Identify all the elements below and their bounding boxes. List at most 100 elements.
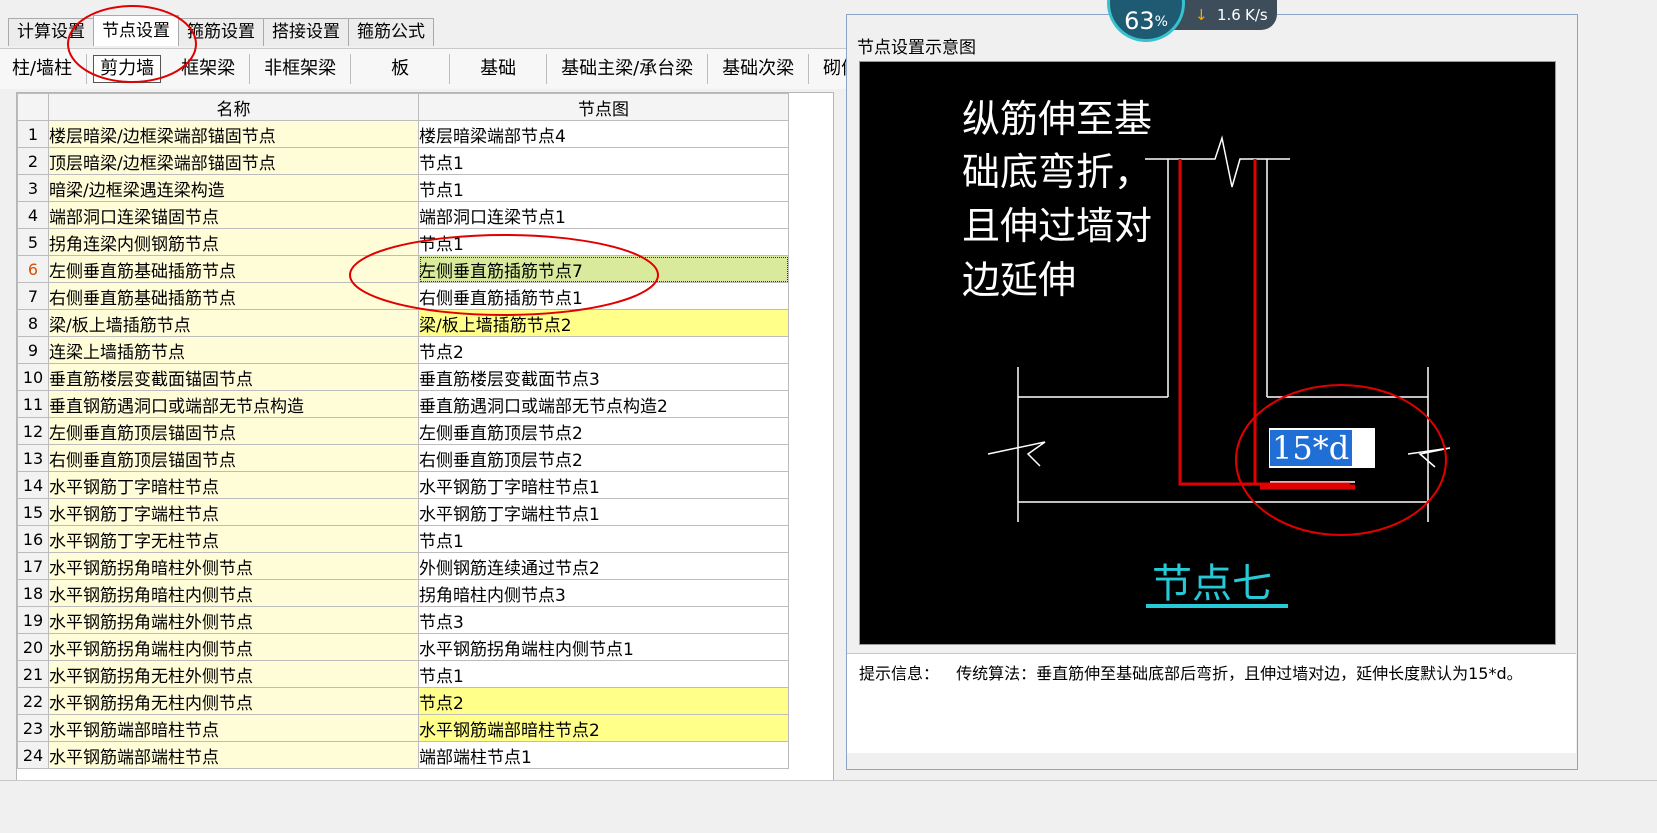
panel-title: 节点设置示意图 xyxy=(857,38,976,58)
table-row[interactable]: 24 水平钢筋端部端柱节点 端部端柱节点1 xyxy=(17,741,789,769)
row-name-cell: 右侧垂直筋顶层锚固节点 xyxy=(48,444,419,472)
percent-value: 63 xyxy=(1124,7,1155,35)
row-node-cell[interactable]: 左侧垂直筋顶层节点2 xyxy=(418,417,789,445)
row-name-cell: 水平钢筋端部端柱节点 xyxy=(48,741,419,769)
table-row[interactable]: 5 拐角连梁内侧钢筋节点 节点1 xyxy=(17,228,789,256)
table-row[interactable]: 4 端部洞口连梁锚固节点 端部洞口连梁节点1 xyxy=(17,201,789,229)
row-node-cell[interactable]: 垂直筋遇洞口或端部无节点构造2 xyxy=(418,390,789,418)
tab-lap-settings[interactable]: 搭接设置 xyxy=(263,18,349,46)
subtab-foundation-main-beam[interactable]: 基础主梁/承台梁 xyxy=(547,54,709,84)
table-row[interactable]: 14 水平钢筋丁字暗柱节点 水平钢筋丁字暗柱节点1 xyxy=(17,471,789,499)
row-node-cell[interactable]: 端部洞口连梁节点1 xyxy=(418,201,789,229)
tab-stirrup-formula[interactable]: 箍筋公式 xyxy=(348,18,434,46)
row-name-cell: 水平钢筋拐角无柱内侧节点 xyxy=(48,687,419,715)
row-node-cell[interactable]: 水平钢筋拐角端柱内侧节点1 xyxy=(418,633,789,661)
table-row[interactable]: 1 楼层暗梁/边框梁端部锚固节点 楼层暗梁端部节点4 xyxy=(17,120,789,148)
hint-label: 提示信息： xyxy=(859,664,940,683)
row-number: 17 xyxy=(17,552,49,580)
table-row[interactable]: 12 左侧垂直筋顶层锚固节点 左侧垂直筋顶层节点2 xyxy=(17,417,789,445)
table-row[interactable]: 16 水平钢筋丁字无柱节点 节点1 xyxy=(17,525,789,553)
dim-label[interactable]: 15*d xyxy=(1272,429,1349,467)
row-number: 19 xyxy=(17,606,49,634)
main-tab-bar: 计算设置 节点设置 箍筋设置 搭接设置 箍筋公式 xyxy=(8,15,434,46)
table-header-row: 名称 节点图 xyxy=(17,93,789,121)
row-node-cell[interactable]: 节点3 xyxy=(418,606,789,634)
row-number: 9 xyxy=(17,336,49,364)
row-name-cell: 水平钢筋拐角暗柱外侧节点 xyxy=(48,552,419,580)
row-number: 22 xyxy=(17,687,49,715)
table-row[interactable]: 21 水平钢筋拐角无柱外侧节点 节点1 xyxy=(17,660,789,688)
row-node-cell[interactable]: 节点1 xyxy=(418,147,789,175)
table-row[interactable]: 9 连梁上墙插筋节点 节点2 xyxy=(17,336,789,364)
table-row[interactable]: 2 顶层暗梁/边框梁端部锚固节点 节点1 xyxy=(17,147,789,175)
row-node-cell[interactable]: 节点1 xyxy=(418,525,789,553)
subtab-foundation-secondary-beam[interactable]: 基础次梁 xyxy=(708,54,810,84)
row-node-cell[interactable]: 水平钢筋端部暗柱节点2 xyxy=(418,714,789,742)
subtab-shear-wall[interactable]: 剪力墙 xyxy=(93,55,162,83)
row-node-cell[interactable]: 梁/板上墙插筋节点2 xyxy=(418,309,789,337)
column-header-node-diagram[interactable]: 节点图 xyxy=(418,93,789,121)
table-row[interactable]: 17 水平钢筋拐角暗柱外侧节点 外侧钢筋连续通过节点2 xyxy=(17,552,789,580)
speed-value: 1.6 xyxy=(1217,6,1241,24)
row-node-cell[interactable]: 节点2 xyxy=(418,687,789,715)
row-node-cell[interactable]: 右侧垂直筋插筋节点1 xyxy=(418,282,789,310)
table-row[interactable]: 13 右侧垂直筋顶层锚固节点 右侧垂直筋顶层节点2 xyxy=(17,444,789,472)
row-number: 12 xyxy=(17,417,49,445)
row-node-cell[interactable]: 拐角暗柱内侧节点3 xyxy=(418,579,789,607)
row-node-cell[interactable]: 节点1 xyxy=(418,660,789,688)
row-node-cell[interactable]: 楼层暗梁端部节点4 xyxy=(418,120,789,148)
row-number: 16 xyxy=(17,525,49,553)
table-row[interactable]: 10 垂直筋楼层变截面锚固节点 垂直筋楼层变截面节点3 xyxy=(17,363,789,391)
table-row[interactable]: 23 水平钢筋端部暗柱节点 水平钢筋端部暗柱节点2 xyxy=(17,714,789,742)
row-number: 20 xyxy=(17,633,49,661)
tab-calc-settings[interactable]: 计算设置 xyxy=(8,18,94,46)
row-number: 5 xyxy=(17,228,49,256)
row-node-cell[interactable]: 右侧垂直筋顶层节点2 xyxy=(418,444,789,472)
subtab-frame-beam[interactable]: 框架梁 xyxy=(167,54,251,84)
row-node-cell[interactable]: 节点1 xyxy=(418,174,789,202)
column-header-name[interactable]: 名称 xyxy=(48,93,419,121)
tab-stirrup-settings[interactable]: 箍筋设置 xyxy=(178,18,264,46)
subtab-column-wallcolumn[interactable]: 柱/墙柱 xyxy=(0,54,88,84)
corner-header xyxy=(17,93,49,121)
row-name-cell: 水平钢筋拐角暗柱内侧节点 xyxy=(48,579,419,607)
row-node-cell[interactable]: 垂直筋楼层变截面节点3 xyxy=(418,363,789,391)
row-node-cell[interactable]: 端部端柱节点1 xyxy=(418,741,789,769)
row-name-cell: 左侧垂直筋顶层锚固节点 xyxy=(48,417,419,445)
diagram-text-line-1: 纵筋伸至基 xyxy=(962,97,1152,141)
table-row[interactable]: 3 暗梁/边框梁遇连梁构造 节点1 xyxy=(17,174,789,202)
row-node-cell[interactable]: 外侧钢筋连续通过节点2 xyxy=(418,552,789,580)
row-node-cell[interactable]: 水平钢筋丁字暗柱节点1 xyxy=(418,471,789,499)
network-speed-widget[interactable]: ↓ 1.6 K/s 63% xyxy=(1107,0,1277,42)
row-name-cell: 连梁上墙插筋节点 xyxy=(48,336,419,364)
row-name-cell: 顶层暗梁/边框梁端部锚固节点 xyxy=(48,147,419,175)
row-number: 3 xyxy=(17,174,49,202)
table-row[interactable]: 20 水平钢筋拐角端柱内侧节点 水平钢筋拐角端柱内侧节点1 xyxy=(17,633,789,661)
diagram-text-line-4: 边延伸 xyxy=(962,258,1076,302)
row-number: 6 xyxy=(17,255,49,283)
row-number: 4 xyxy=(17,201,49,229)
table-row[interactable]: 8 梁/板上墙插筋节点 梁/板上墙插筋节点2 xyxy=(17,309,789,337)
table-row[interactable]: 22 水平钢筋拐角无柱内侧节点 节点2 xyxy=(17,687,789,715)
subtab-slab[interactable]: 板 xyxy=(351,54,451,84)
row-number: 7 xyxy=(17,282,49,310)
row-node-cell[interactable]: 左侧垂直筋插筋节点7 xyxy=(418,255,789,283)
subtab-foundation[interactable]: 基础 xyxy=(450,54,548,84)
subtab-nonframe-beam[interactable]: 非框架梁 xyxy=(250,54,352,84)
table-row[interactable]: 15 水平钢筋丁字端柱节点 水平钢筋丁字端柱节点1 xyxy=(17,498,789,526)
row-number: 1 xyxy=(17,120,49,148)
tab-node-settings[interactable]: 节点设置 xyxy=(93,15,179,46)
row-name-cell: 水平钢筋拐角端柱外侧节点 xyxy=(48,606,419,634)
row-node-cell[interactable]: 节点2 xyxy=(418,336,789,364)
table-row[interactable]: 19 水平钢筋拐角端柱外侧节点 节点3 xyxy=(17,606,789,634)
row-name-cell: 水平钢筋丁字端柱节点 xyxy=(48,498,419,526)
table-row[interactable]: 11 垂直钢筋遇洞口或端部无节点构造 垂直筋遇洞口或端部无节点构造2 xyxy=(17,390,789,418)
table-row[interactable]: 7 右侧垂直筋基础插筋节点 右侧垂直筋插筋节点1 xyxy=(17,282,789,310)
node-diagram: 纵筋伸至基 础底弯折， 且伸过墙对 边延伸 15*d 节点七 xyxy=(962,97,1451,608)
hint-area: 提示信息： 传统算法：垂直筋伸至基础底部后弯折，且伸过墙对边，延伸长度默认为15… xyxy=(847,653,1576,753)
row-name-cell: 端部洞口连梁锚固节点 xyxy=(48,201,419,229)
table-row[interactable]: 6 左侧垂直筋基础插筋节点 左侧垂直筋插筋节点7 xyxy=(17,255,789,283)
table-row[interactable]: 18 水平钢筋拐角暗柱内侧节点 拐角暗柱内侧节点3 xyxy=(17,579,789,607)
row-node-cell[interactable]: 节点1 xyxy=(418,228,789,256)
row-node-cell[interactable]: 水平钢筋丁字端柱节点1 xyxy=(418,498,789,526)
